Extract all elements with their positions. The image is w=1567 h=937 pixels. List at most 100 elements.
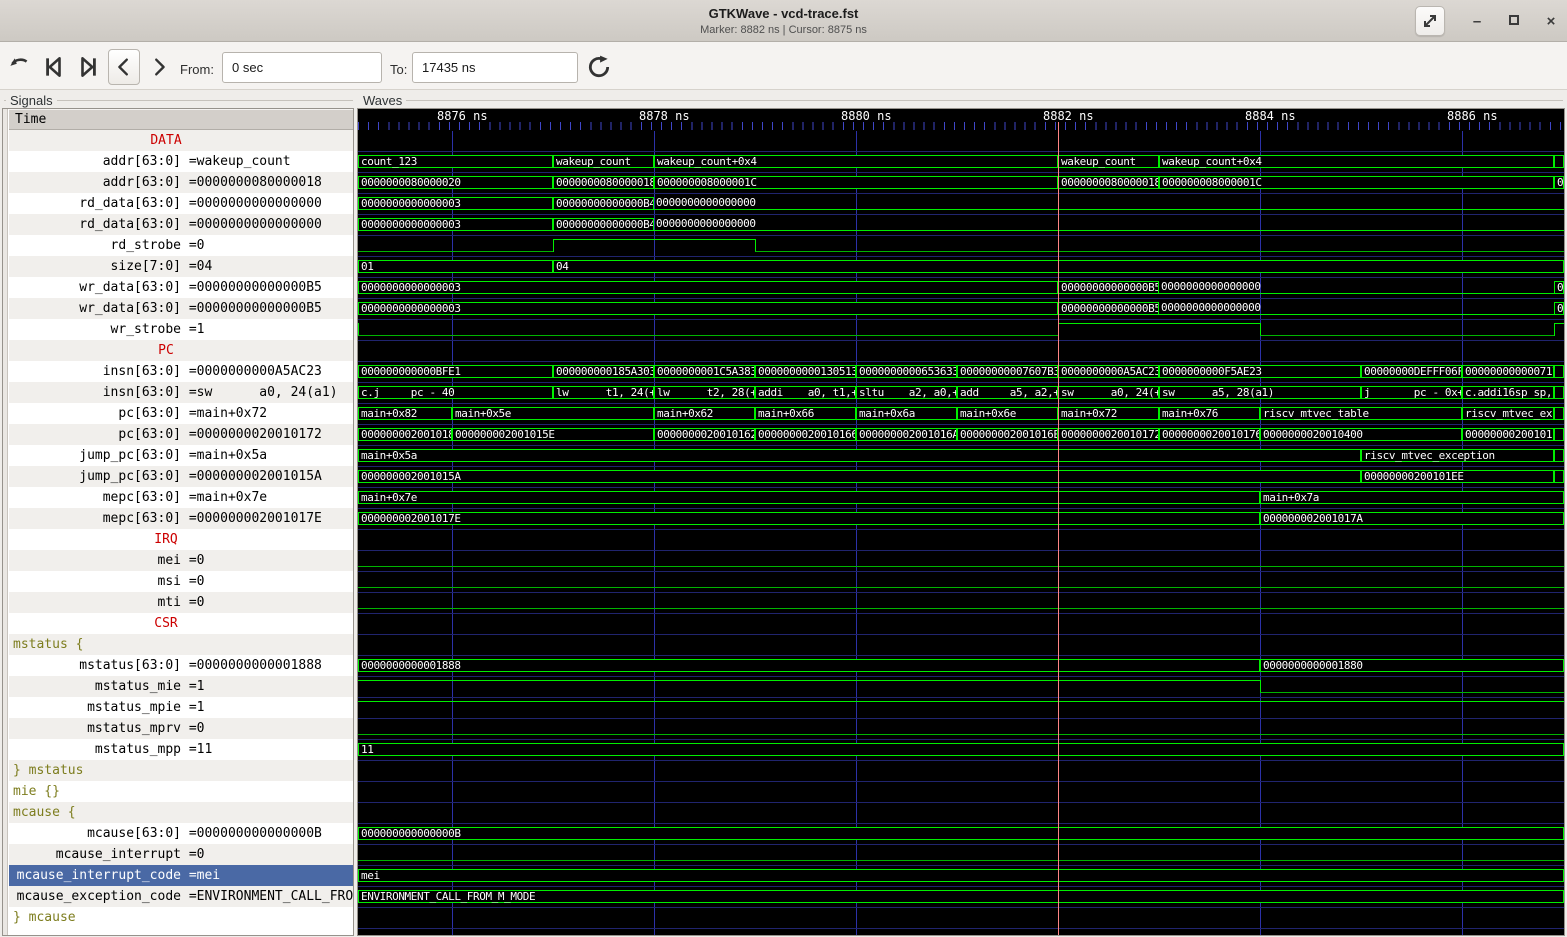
signal-row-mstatus-mprv[interactable]: mstatus_mprv =0 — [9, 718, 353, 739]
wave-lane-rd-data-1[interactable]: 0000000000000003 00000000000000B4 00000000… — [358, 194, 1564, 215]
wave-lane-mstatus-close[interactable] — [358, 761, 1564, 782]
signal-row-pc-hex[interactable]: pc[63:0] =0000000020010172 — [9, 424, 353, 445]
wave-lane-wr-strobe[interactable] — [358, 320, 1564, 341]
signal-row-section-csr[interactable]: CSR — [9, 613, 353, 634]
wave-segment-label: 000000008000001C — [657, 177, 757, 189]
close-button[interactable]: × — [1543, 13, 1559, 30]
wave-lane-rd-data-2[interactable]: 0000000000000003 00000000000000B4 00000000… — [358, 215, 1564, 236]
wave-lane-section-csr[interactable] — [358, 614, 1564, 635]
wave-lane-mcause-interrupt[interactable] — [358, 845, 1564, 866]
signal-row-wr-data-2[interactable]: wr_data[63:0] =00000000000000B5 — [9, 298, 353, 319]
wave-lane-mcause-interrupt-code[interactable]: mei — [358, 866, 1564, 887]
wave-lane-mie-group[interactable] — [358, 782, 1564, 803]
wave-lane-pc-hex[interactable]: 0000000020010182 000000002001015E 00000000… — [358, 425, 1564, 446]
wave-lane-mcause-open[interactable] — [358, 803, 1564, 824]
wave-lane-mcause-exception-code[interactable]: ENVIRONMENT_CALL_FROM_M_MODE — [358, 887, 1564, 908]
maximize-button[interactable] — [1509, 12, 1519, 30]
wave-lane-mstatus-hex[interactable]: 0000000000001888 0000000000001880 — [358, 656, 1564, 677]
signal-row-mstatus-mpp[interactable]: mstatus_mpp =11 — [9, 739, 353, 760]
wave-lanes[interactable]: count_123 wakeup_count wakeup_count+0x4 wak… — [358, 131, 1564, 929]
wave-lane-mstatus-open[interactable] — [358, 635, 1564, 656]
signal-row-insn-hex[interactable]: insn[63:0] =0000000000A5AC23 — [9, 361, 353, 382]
undo-arrow-icon[interactable] — [6, 54, 32, 80]
signal-row-mei[interactable]: mei =0 — [9, 550, 353, 571]
signal-row-jump-pc-sym[interactable]: jump_pc[63:0] =main+0x5a — [9, 445, 353, 466]
timescale-ruler[interactable]: 8876 ns 8878 ns 8880 ns 8882 ns 8884 ns 8886 … — [358, 109, 1564, 131]
wave-segment: 000000000000BFE1 — [358, 365, 553, 378]
signal-row-mepc-hex[interactable]: mepc[63:0] =000000002001017E — [9, 508, 353, 529]
skip-to-start-icon[interactable] — [40, 54, 66, 80]
signal-row-size[interactable]: size[7:0] =04 — [9, 256, 353, 277]
to-input[interactable] — [412, 52, 578, 83]
signal-row-rd-data-2[interactable]: rd_data[63:0] =0000000000000000 — [9, 214, 353, 235]
signal-row-msi[interactable]: msi =0 — [9, 571, 353, 592]
wave-lane-mstatus-mpp[interactable]: 11 — [358, 740, 1564, 761]
wave-lane-section-irq[interactable] — [358, 530, 1564, 551]
signal-row-mcause-interrupt-code[interactable]: mcause_interrupt_code =mei — [9, 865, 353, 886]
wave-segment-label: 0000000000000003 — [361, 198, 461, 210]
signal-row-mcause-interrupt[interactable]: mcause_interrupt =0 — [9, 844, 353, 865]
signal-row-pc-sym[interactable]: pc[63:0] =main+0x72 — [9, 403, 353, 424]
signal-row-rd-data-1[interactable]: rd_data[63:0] =0000000000000000 — [9, 193, 353, 214]
signal-row-insn-asm[interactable]: insn[63:0] =sw a0, 24(a1) — [9, 382, 353, 403]
wave-lane-wr-data-1[interactable]: 0000000000000003 00000000000000B5 00000000… — [358, 278, 1564, 299]
wave-lane-mei[interactable] — [358, 551, 1564, 572]
wave-lane-mstatus-mie[interactable] — [358, 677, 1564, 698]
wave-lane-mstatus-mprv[interactable] — [358, 719, 1564, 740]
signal-row-mcause-exception-code[interactable]: mcause_exception_code =ENVIRONMENT_CALL_… — [9, 886, 353, 907]
reload-icon[interactable] — [586, 54, 612, 80]
wave-lane-section-data[interactable] — [358, 131, 1564, 152]
wave-lane-addr-hex[interactable]: 0000000080000020 0000000080000018 00000000… — [358, 173, 1564, 194]
signal-row-mstatus-open[interactable]: mstatus { — [9, 634, 353, 655]
wave-segment-label: 000000000185A303 — [556, 366, 653, 378]
wave-lane-insn-asm[interactable]: c.j pc - 40 lw t1, 24(+ lw t2, 28(+ addi a0… — [358, 383, 1564, 404]
signal-row-mepc-sym[interactable]: mepc[63:0] =main+0x7e — [9, 487, 353, 508]
wave-lane-insn-hex[interactable]: 000000000000BFE1 000000000185A303 00000000… — [358, 362, 1564, 383]
wave-lane-mepc-sym[interactable]: main+0x7e main+0x7a — [358, 488, 1564, 509]
signal-row-addr-sym[interactable]: addr[63:0] =wakeup_count — [9, 151, 353, 172]
primary-marker[interactable] — [1058, 122, 1059, 935]
wave-lane-mepc-hex[interactable]: 000000002001017E 000000002001017A — [358, 509, 1564, 530]
signal-row-mstatus-mpie[interactable]: mstatus_mpie =1 — [9, 697, 353, 718]
wave-lane-size[interactable]: 01 04 — [358, 257, 1564, 278]
wave-segment-label: sltu a2, a0,+ — [859, 387, 956, 399]
signal-row-mcause-hex[interactable]: mcause[63:0] =000000000000000B — [9, 823, 353, 844]
wave-lane-wr-data-2[interactable]: 0000000000000003 00000000000000B5 00000000… — [358, 299, 1564, 320]
from-input[interactable] — [222, 52, 382, 83]
wave-lane-pc-sym[interactable]: main+0x82 main+0x5e main+0x62 main+0x66 main… — [358, 404, 1564, 425]
signal-row-mcause-open[interactable]: mcause { — [9, 802, 353, 823]
expand-button[interactable] — [1415, 6, 1445, 36]
wave-lane-mstatus-mpie[interactable] — [358, 698, 1564, 719]
signal-row-section-pc[interactable]: PC — [9, 340, 353, 361]
signal-row-mcause-close[interactable]: } mcause — [9, 907, 353, 928]
waves-panel[interactable]: 8876 ns 8878 ns 8880 ns 8882 ns 8884 ns 8886 … — [357, 108, 1565, 936]
signals-scrollbar[interactable] — [3, 109, 8, 935]
signal-row-rd-strobe[interactable]: rd_strobe =0 — [9, 235, 353, 256]
step-right-icon[interactable] — [146, 54, 172, 80]
wave-lane-mcause-close[interactable] — [358, 908, 1564, 929]
signal-row-mstatus-close[interactable]: } mstatus — [9, 760, 353, 781]
signal-row-addr-hex[interactable]: addr[63:0] =0000000080000018 — [9, 172, 353, 193]
signal-row-mstatus-hex[interactable]: mstatus[63:0] =0000000000001888 — [9, 655, 353, 676]
wave-lane-mti[interactable] — [358, 593, 1564, 614]
wave-lane-jump-pc-sym[interactable]: main+0x5a riscv_mtvec_exception — [358, 446, 1564, 467]
wave-lane-mcause-hex[interactable]: 000000000000000B — [358, 824, 1564, 845]
wave-lane-jump-pc-hex[interactable]: 000000002001015A 00000000200101EE — [358, 467, 1564, 488]
step-left-button[interactable] — [108, 49, 140, 85]
wave-lane-msi[interactable] — [358, 572, 1564, 593]
signal-row-section-irq[interactable]: IRQ — [9, 529, 353, 550]
signal-row-mti[interactable]: mti =0 — [9, 592, 353, 613]
minimize-button[interactable]: – — [1469, 13, 1485, 30]
signal-row-wr-data-1[interactable]: wr_data[63:0] =00000000000000B5 — [9, 277, 353, 298]
wave-segment-label: 0000000000000000 — [1161, 281, 1261, 293]
wave-lane-addr-sym[interactable]: count_123 wakeup_count wakeup_count+0x4 wak… — [358, 152, 1564, 173]
signal-row-wr-strobe[interactable]: wr_strobe =1 — [9, 319, 353, 340]
signal-row-jump-pc-hex[interactable]: jump_pc[63:0] =000000002001015A — [9, 466, 353, 487]
wave-segment: main+0x82 — [358, 407, 452, 420]
signal-row-mie-group[interactable]: mie {} — [9, 781, 353, 802]
signal-row-mstatus-mie[interactable]: mstatus_mie =1 — [9, 676, 353, 697]
signal-row-section-data[interactable]: DATA — [9, 130, 353, 151]
wave-lane-rd-strobe[interactable] — [358, 236, 1564, 257]
skip-to-end-icon[interactable] — [76, 54, 102, 80]
wave-lane-section-pc[interactable] — [358, 341, 1564, 362]
